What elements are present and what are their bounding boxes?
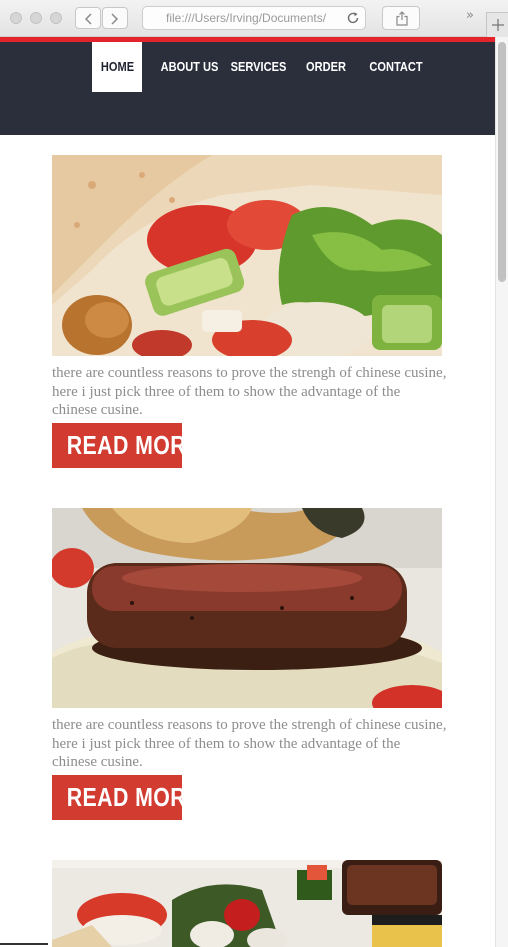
read-more-button[interactable]: READ MORE bbox=[52, 423, 200, 468]
new-tab-button[interactable] bbox=[486, 12, 508, 37]
nav-order[interactable]: ORDER bbox=[304, 42, 348, 92]
address-bar[interactable]: file:///Users/Irving/Documents/ bbox=[142, 6, 366, 30]
article-image-steak bbox=[52, 508, 442, 708]
toolbar-overflow-icon[interactable]: » bbox=[466, 8, 474, 23]
article-text: there are countless reasons to prove the… bbox=[52, 365, 447, 418]
share-button[interactable] bbox=[382, 6, 420, 30]
close-window-button[interactable] bbox=[10, 12, 22, 24]
reload-icon[interactable] bbox=[346, 11, 360, 25]
back-button[interactable] bbox=[75, 7, 101, 29]
share-icon bbox=[396, 11, 408, 26]
chevron-left-icon bbox=[84, 13, 92, 25]
forward-button[interactable] bbox=[102, 7, 128, 29]
plus-icon bbox=[492, 19, 504, 31]
nav-about-us[interactable]: ABOUT US bbox=[161, 42, 219, 92]
chevron-right-icon bbox=[111, 13, 119, 25]
site-header: HOME ABOUT US SERVICES ORDER CONTACT bbox=[0, 42, 495, 135]
read-more-label: READ MORE bbox=[66, 430, 201, 460]
article-text: there are countless reasons to prove the… bbox=[52, 717, 447, 770]
zoom-window-button[interactable] bbox=[50, 12, 62, 24]
read-more-button[interactable]: READ MORE bbox=[52, 775, 200, 820]
sushi-platter-photo bbox=[52, 860, 442, 947]
browser-toolbar: file:///Users/Irving/Documents/ » bbox=[0, 0, 508, 37]
nav-home[interactable]: HOME bbox=[92, 42, 142, 92]
nav-contact[interactable]: CONTACT bbox=[369, 42, 423, 92]
nav-home-label: HOME bbox=[100, 59, 134, 74]
minimize-window-button[interactable] bbox=[30, 12, 42, 24]
article-image-sushi bbox=[52, 860, 442, 947]
steak-photo bbox=[52, 508, 442, 708]
nav-services[interactable]: SERVICES bbox=[231, 42, 287, 92]
read-more-label: READ MORE bbox=[66, 782, 201, 812]
bottom-edge-line bbox=[0, 943, 48, 945]
url-text: file:///Users/Irving/Documents/ bbox=[166, 11, 327, 25]
burrito-wrap-photo bbox=[52, 155, 442, 356]
article-image-wrap bbox=[52, 155, 442, 356]
scrollbar-thumb[interactable] bbox=[498, 42, 506, 282]
